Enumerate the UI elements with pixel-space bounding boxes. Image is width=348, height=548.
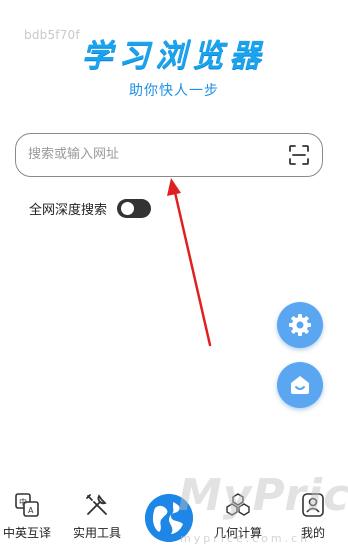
search-box[interactable] xyxy=(15,133,323,177)
watermark-brand: MyPrice xyxy=(178,470,348,521)
home-face-icon xyxy=(291,376,309,394)
app-subtitle: 助你快人一步 xyxy=(129,83,219,99)
tab-tools[interactable]: 实用工具 xyxy=(67,492,127,541)
watermark-domain: myprice.com.cn xyxy=(180,532,311,545)
translate-icon: 中 A xyxy=(15,493,39,517)
tab-translate-label: 中英互译 xyxy=(2,526,51,540)
scan-icon[interactable] xyxy=(288,144,310,166)
toggle-knob xyxy=(121,201,135,215)
svg-text:中: 中 xyxy=(19,497,27,507)
deep-search-label: 全网深度搜索 xyxy=(29,202,108,218)
settings-gear-icon xyxy=(289,314,311,336)
home-button[interactable] xyxy=(277,362,323,408)
settings-button[interactable] xyxy=(277,302,323,348)
deep-search-toggle[interactable] xyxy=(117,198,152,218)
tools-icon xyxy=(86,494,107,515)
svg-text:A: A xyxy=(28,506,34,515)
app-title: 学习浏览器 xyxy=(81,38,267,74)
tab-tools-label: 实用工具 xyxy=(72,526,121,540)
tab-translate[interactable]: 中 A 中英互译 xyxy=(0,492,57,541)
deep-search-row: 全网深度搜索 xyxy=(29,197,152,219)
search-input[interactable] xyxy=(28,134,278,175)
